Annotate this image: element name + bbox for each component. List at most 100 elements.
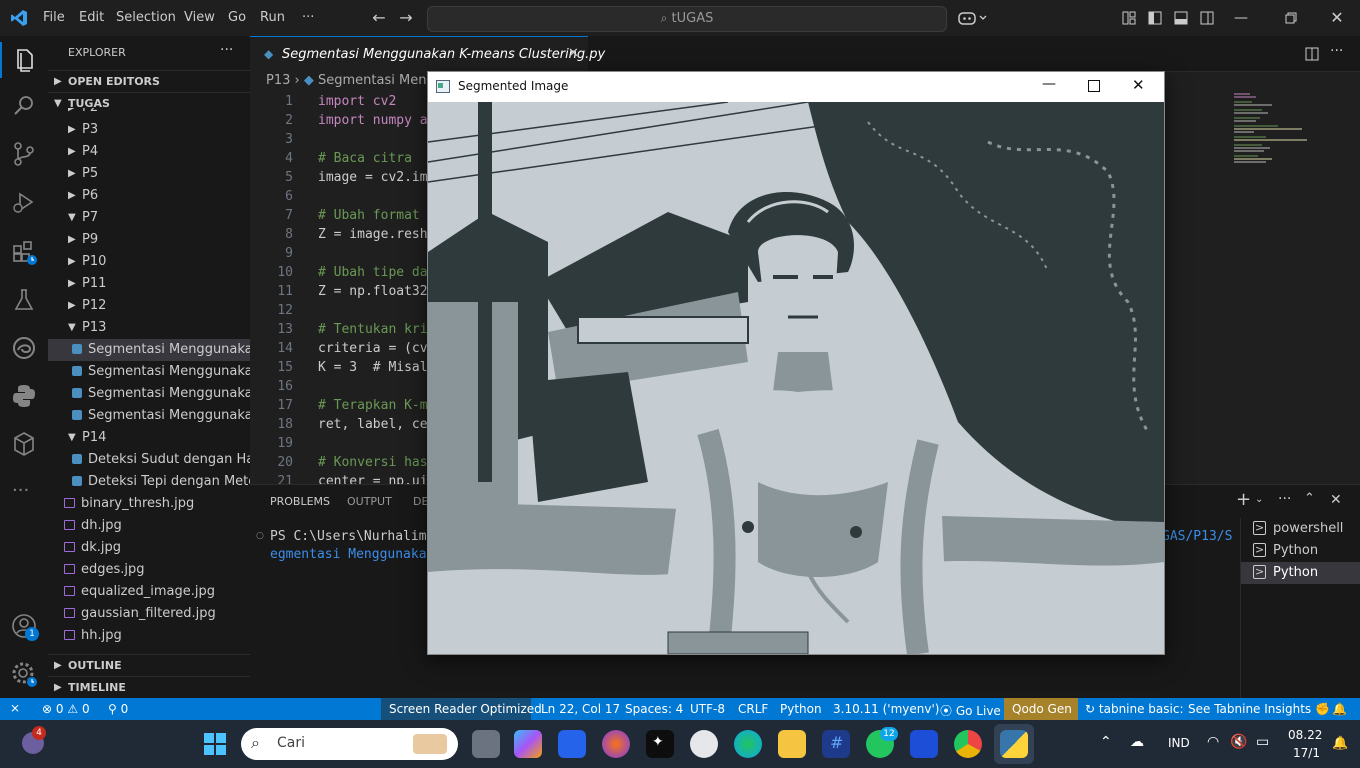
open-editors-section[interactable]: ▶ OPEN EDITORS <box>48 70 250 93</box>
cv-close-icon[interactable]: ✕ <box>1132 76 1145 94</box>
folder-p3[interactable]: ▶ P3 <box>48 119 250 141</box>
segmented-image-canvas[interactable] <box>428 102 1164 654</box>
encoding-status[interactable]: UTF-8 <box>690 702 725 716</box>
firefox-icon[interactable] <box>602 730 630 758</box>
windows-start-icon[interactable] <box>204 733 226 755</box>
volume-muted-icon[interactable]: 🔇 <box>1230 734 1247 750</box>
python-taskbar-active[interactable] <box>994 724 1034 764</box>
folder-p12[interactable]: ▶ P12 <box>48 295 250 317</box>
terminal-item-python[interactable]: > Python <box>1241 540 1360 562</box>
explorer-more-icon[interactable]: ··· <box>220 42 233 58</box>
run-debug-icon[interactable] <box>8 186 40 218</box>
qodo-status[interactable]: Qodo Gen <box>1004 698 1078 720</box>
toggle-secondary-sidebar-icon[interactable] <box>1200 11 1214 25</box>
python-file-item[interactable]: Segmentasi Menggunaka... <box>48 339 250 361</box>
timeline-section[interactable]: ▶ TIMELINE <box>48 676 250 699</box>
folder-p6[interactable]: ▶ P6 <box>48 185 250 207</box>
image-file-item[interactable]: dk.jpg <box>48 537 250 559</box>
source-control-icon[interactable] <box>8 138 40 170</box>
taskbar-search[interactable]: ⌕ Cari <box>241 728 458 760</box>
clock-date[interactable]: 17/1 <box>1293 746 1320 760</box>
task-view-icon[interactable] <box>472 730 500 758</box>
panel-more-icon[interactable]: ··· <box>1278 491 1291 507</box>
toggle-panel-icon[interactable] <box>1174 11 1188 25</box>
folder-p2[interactable]: ▶ P2 <box>48 108 250 119</box>
notifications-bell-icon[interactable]: 🔔 <box>1332 702 1347 716</box>
remote-indicator[interactable]: ⨯ <box>0 698 34 720</box>
menu-go[interactable]: Go <box>228 10 246 25</box>
new-terminal-icon[interactable]: + <box>1236 489 1251 510</box>
language-mode[interactable]: Python <box>780 702 822 716</box>
cursor-position[interactable]: Ln 22, Col 17 <box>541 702 620 716</box>
folder-p10[interactable]: ▶ P10 <box>48 251 250 273</box>
copilot-icon[interactable] <box>958 10 988 26</box>
image-file-item[interactable]: dh.jpg <box>48 515 250 537</box>
image-file-item[interactable]: binary_thresh.jpg <box>48 493 250 515</box>
menu-file[interactable]: File <box>43 10 65 25</box>
panel-tab-output[interactable]: OUTPUT <box>347 495 392 508</box>
terminal-item-python-active[interactable]: > Python <box>1241 562 1360 584</box>
folder-p13[interactable]: ▼ P13 <box>48 317 250 339</box>
language-indicator[interactable]: IND <box>1168 736 1190 750</box>
image-file-item[interactable]: hh.jpg <box>48 625 250 647</box>
python-interpreter[interactable]: 3.10.11 ('myenv') <box>833 702 939 716</box>
problems-status[interactable]: ⊗ 0 ⚠ 0 <box>42 702 90 716</box>
tabnine-status[interactable]: ↻ tabnine basic: <box>1085 702 1184 716</box>
close-window-icon[interactable]: ✕ <box>1325 6 1349 30</box>
screen-reader-status[interactable]: Screen Reader Optimized <box>381 698 542 720</box>
hashtag-app-icon[interactable]: # <box>822 730 850 758</box>
outline-section[interactable]: ▶ OUTLINE <box>48 654 250 677</box>
golive-status[interactable]: ⦿ Go Live <box>940 702 1001 719</box>
tabnine-insights[interactable]: See Tabnine Insights ✊ <box>1188 702 1330 716</box>
folder-p5[interactable]: ▶ P5 <box>48 163 250 185</box>
search-view-icon[interactable] <box>8 90 40 122</box>
image-file-item[interactable]: equalized_image.jpg <box>48 581 250 603</box>
segmented-image-window[interactable]: Segmented Image — ✕ <box>427 71 1165 655</box>
python-file-item[interactable]: Deteksi Tepi dengan Meto... <box>48 471 250 493</box>
layout-customize-icon[interactable] <box>1122 11 1136 25</box>
editor-more-icon[interactable]: ··· <box>1330 43 1343 59</box>
cv-minimize-icon[interactable]: — <box>1042 76 1056 92</box>
eol-status[interactable]: CRLF <box>738 702 768 716</box>
panel-tab-problems[interactable]: PROBLEMS <box>270 495 330 508</box>
back-arrow-icon[interactable]: ← <box>367 6 391 30</box>
image-file-item[interactable]: gaussian_filtered.jpg <box>48 603 250 625</box>
minimize-window-icon[interactable]: — <box>1229 6 1253 30</box>
microsoft-store-icon[interactable] <box>558 730 586 758</box>
chrome-icon[interactable] <box>954 730 982 758</box>
vscode-taskbar-icon[interactable] <box>910 730 938 758</box>
folder-p4[interactable]: ▶ P4 <box>48 141 250 163</box>
explorer-files-icon[interactable] <box>8 44 40 76</box>
python-file-item[interactable]: Deteksi Sudut dengan Har... <box>48 449 250 471</box>
menu-edit[interactable]: Edit <box>79 10 104 25</box>
folder-p14[interactable]: ▼ P14 <box>48 427 250 449</box>
show-hidden-icons-icon[interactable]: ⌃ <box>1100 734 1112 750</box>
edge-icon[interactable] <box>734 730 762 758</box>
folder-p7[interactable]: ▼ P7 <box>48 207 250 229</box>
tabnine-hex-icon[interactable] <box>8 428 40 460</box>
segmented-image-titlebar[interactable]: Segmented Image — ✕ <box>428 72 1164 102</box>
terminal-dropdown-icon[interactable]: ⌄ <box>1255 494 1263 505</box>
restore-window-icon[interactable] <box>1284 11 1298 25</box>
breadcrumb-file[interactable]: Segmentasi Mengg <box>318 73 443 88</box>
more-views-icon[interactable]: ··· <box>12 480 29 501</box>
image-file-item[interactable]: edges.jpg <box>48 559 250 581</box>
battery-icon[interactable]: ▭ <box>1256 734 1269 750</box>
ports-status[interactable]: ⚲ 0 <box>108 702 128 716</box>
manage-gear-icon[interactable] <box>8 658 40 690</box>
menu-view[interactable]: View <box>184 10 215 25</box>
file-explorer-icon[interactable] <box>778 730 806 758</box>
menu-more[interactable]: ··· <box>302 10 314 25</box>
maximize-panel-icon[interactable]: ⌃ <box>1304 491 1315 506</box>
wifi-icon[interactable]: ◠ <box>1207 734 1219 750</box>
menu-selection[interactable]: Selection <box>116 10 176 25</box>
forward-arrow-icon[interactable]: → <box>394 6 418 30</box>
edge-devtools-icon[interactable] <box>8 332 40 364</box>
toggle-sidebar-icon[interactable] <box>1148 11 1162 25</box>
python-file-item[interactable]: Segmentasi Menggunaka... <box>48 361 250 383</box>
tab-close-icon[interactable]: ✕ <box>568 46 579 61</box>
notification-center-icon[interactable]: 🔔 <box>1332 736 1348 751</box>
command-center-search[interactable]: ⌕ tUGAS <box>427 6 947 32</box>
python-file-item[interactable]: Segmentasi Menggunaka... <box>48 405 250 427</box>
clock-time[interactable]: 08.22 <box>1288 728 1322 742</box>
